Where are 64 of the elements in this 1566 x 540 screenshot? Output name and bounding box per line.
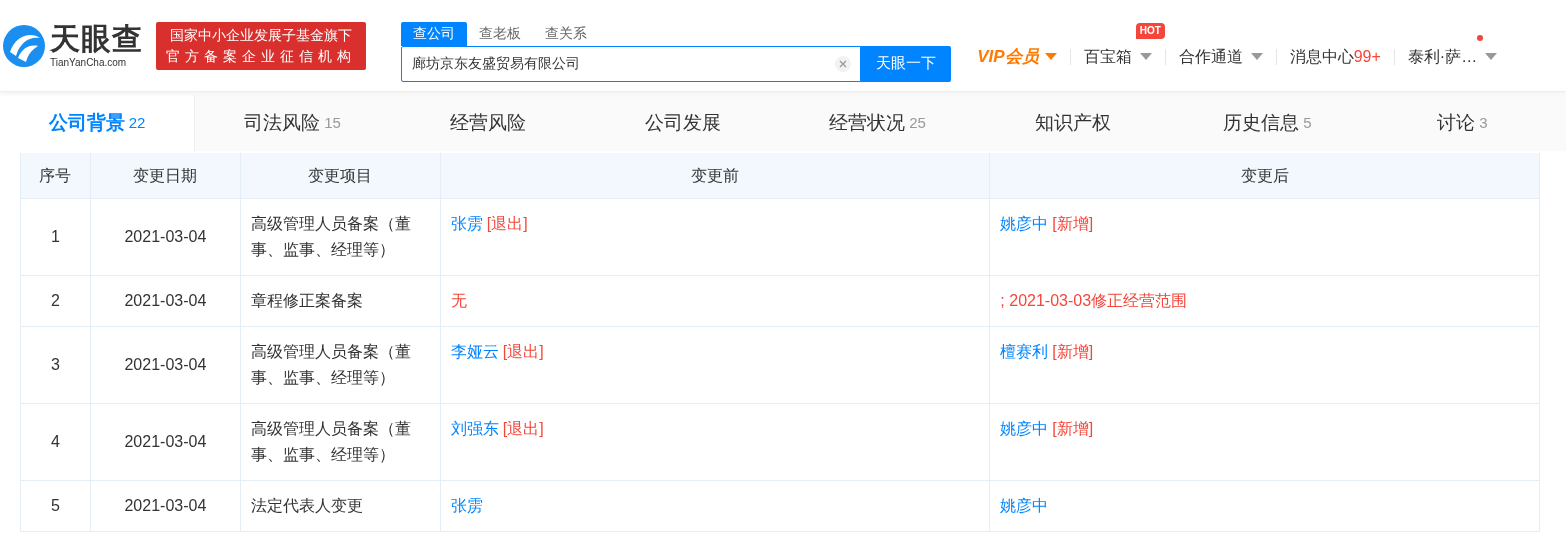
- section-tab[interactable]: 历史信息 5: [1170, 95, 1365, 151]
- table-cell: 2021-03-04: [90, 327, 241, 404]
- search-field[interactable]: 廊坊京东友盛贸易有限公司: [401, 45, 862, 82]
- change-note: [退出]: [502, 419, 544, 439]
- hot-badge: HOT: [1135, 22, 1165, 39]
- message-center[interactable]: 消息中心99+: [1289, 44, 1381, 69]
- caret-icon: [1485, 52, 1498, 61]
- column-header: 变更前: [440, 153, 991, 199]
- column-header: 变更后: [990, 153, 1540, 199]
- search-tab[interactable]: 查公司: [401, 21, 468, 46]
- table-cell: 3: [21, 327, 91, 404]
- search-tab[interactable]: 查老板: [467, 21, 534, 46]
- search-tab[interactable]: 查关系: [533, 21, 600, 46]
- caret-icon: [1044, 52, 1057, 61]
- table-cell: 高级管理人员备案（董事、监事、经理等）: [240, 327, 441, 404]
- table-cell: 4: [21, 404, 91, 481]
- person-link[interactable]: 姚彦中: [1000, 493, 1049, 519]
- table-cell: 法定代表人变更: [240, 481, 441, 532]
- person-link[interactable]: 姚彦中: [1000, 416, 1049, 442]
- table-cell: 章程修正案备案: [240, 276, 441, 327]
- section-tab[interactable]: 知识产权: [975, 95, 1170, 151]
- table-cell: 1: [21, 199, 91, 276]
- table-cell: 高级管理人员备案（董事、监事、经理等）: [240, 404, 441, 481]
- column-header: 序号: [21, 153, 91, 199]
- caret-icon: [1139, 52, 1152, 61]
- column-header: 变更日期: [90, 153, 241, 199]
- clear-icon[interactable]: [835, 55, 852, 72]
- change-note: ; 2021-03-03修正经营范围: [1000, 291, 1188, 311]
- table-cell: 高级管理人员备案（董事、监事、经理等）: [240, 199, 441, 276]
- person-link[interactable]: 姚彦中: [1000, 211, 1049, 237]
- message-count: 99+: [1353, 46, 1381, 67]
- message-label: 消息中心: [1289, 46, 1354, 67]
- table-cell: 5: [21, 481, 91, 532]
- change-note: [新增]: [1052, 419, 1094, 439]
- table-cell: 2021-03-04: [90, 481, 241, 532]
- user-menu[interactable]: 泰利·萨…: [1407, 44, 1498, 69]
- logo-domain: TianYanCha.com: [50, 57, 128, 68]
- change-note: 无: [450, 291, 467, 311]
- person-link[interactable]: 张雳: [450, 493, 483, 519]
- table-cell: 2021-03-04: [90, 199, 241, 276]
- change-note: [新增]: [1052, 342, 1094, 362]
- banner-text: 官方备案企业征信机构: [166, 46, 357, 66]
- column-header: 变更项目: [240, 153, 441, 199]
- banner-text: 国家中小企业发展子基金旗下: [170, 25, 353, 45]
- table-cell: 2021-03-04: [90, 276, 241, 327]
- section-tab[interactable]: 公司发展: [585, 95, 780, 151]
- person-link[interactable]: 张雳: [450, 211, 483, 237]
- table-cell: 2021-03-04: [90, 404, 241, 481]
- person-link[interactable]: 檀赛利: [1000, 339, 1049, 365]
- person-link[interactable]: 刘强东: [450, 416, 499, 442]
- caret-icon: [1250, 52, 1263, 61]
- section-tab[interactable]: 经营风险: [390, 95, 585, 151]
- change-note: [退出]: [502, 342, 544, 362]
- table-cell: 2: [21, 276, 91, 327]
- search-button[interactable]: 天眼一下: [861, 45, 952, 82]
- nav-menu[interactable]: 合作通道: [1178, 44, 1263, 69]
- section-tab[interactable]: 经营状况 25: [780, 95, 975, 151]
- change-note: [新增]: [1052, 214, 1094, 234]
- section-tab[interactable]: 司法风险 15: [195, 95, 390, 151]
- change-note: [退出]: [486, 214, 528, 234]
- section-tab[interactable]: 讨论 3: [1365, 95, 1560, 151]
- section-tab[interactable]: 公司背景 22: [0, 95, 195, 151]
- logo-name: 天眼查: [50, 23, 143, 54]
- person-link[interactable]: 李娅云: [450, 339, 499, 365]
